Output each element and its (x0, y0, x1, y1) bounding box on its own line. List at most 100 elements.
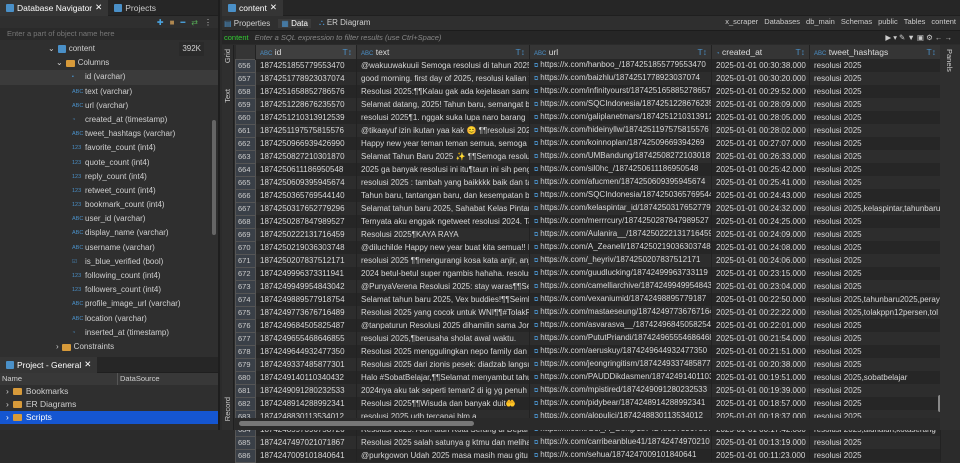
tab-er-diagram[interactable]: ⛬ ER Diagram (319, 18, 370, 28)
table-row[interactable]: 673 1874249949954843042 @PunyaVerena Resol… (235, 279, 941, 294)
column-header-id[interactable]: ABC id T↕ (255, 45, 357, 59)
filter-input[interactable]: Enter a SQL expression to filter results… (255, 33, 880, 42)
tree-node-column[interactable]: ABC url (varchar) (0, 99, 218, 113)
folder-icon[interactable]: ■ (170, 18, 175, 27)
tree-node-column[interactable]: ABC text (varchar) (0, 85, 218, 99)
table-row[interactable]: 660 1874251210313912539 resolusi 2025¶1. n… (235, 110, 941, 125)
text-view-tab[interactable]: Text (223, 89, 232, 103)
tree-node-column[interactable]: ABC tweet_hashtags (varchar) (0, 127, 218, 141)
breadcrumb-item[interactable]: Databases (764, 17, 800, 26)
table-row[interactable]: 669 1874250222131716459 Resolusi 2025¶KAYA… (235, 227, 941, 242)
table-row[interactable]: 666 1874250365769544140 Tahun baru, tantan… (235, 188, 941, 203)
sort-icon[interactable]: T↕ (796, 47, 805, 57)
tree-node-column[interactable]: 123 retweet_count (int4) (0, 184, 218, 198)
link-icon[interactable]: ⧉ (534, 141, 538, 147)
panels-tab[interactable]: Panels (945, 49, 954, 72)
breadcrumb-item[interactable]: public (878, 17, 898, 26)
filter-actions[interactable]: ▶ ▾ ✎ ▼ ▣ ⚙ ← → (885, 33, 952, 42)
sort-icon[interactable]: T↕ (343, 47, 352, 57)
horizontal-scrollbar[interactable] (235, 418, 940, 430)
tree-node-column[interactable]: ◔ created_at (timestamp) (0, 113, 218, 127)
column-header-text[interactable]: ABC text T↕ (356, 45, 530, 59)
tab-data[interactable]: ▦ Data (278, 18, 311, 28)
link-icon[interactable]: ⧉ (534, 401, 538, 407)
record-view-tab[interactable]: Record (223, 397, 232, 421)
tree-node-column[interactable]: 123 reply_count (int4) (0, 170, 218, 184)
table-row[interactable]: 671 1874250207837512171 resolusi 2025 ¶¶me… (235, 253, 941, 268)
table-row[interactable]: 682 1874248914288992341 Resolusi 2025¶¶Wis… (235, 396, 941, 411)
link-icon[interactable]: ⧉ (534, 310, 538, 316)
table-row[interactable]: 678 1874249644932477350 Resolusi 2025 meng… (235, 344, 941, 359)
table-row[interactable]: 661 1874251197575815576 @tikaayuf izin iku… (235, 123, 941, 138)
breadcrumb-item[interactable]: content (931, 17, 956, 26)
column-header-url[interactable]: ABC url T↕ (529, 45, 712, 59)
link-icon[interactable]: ⇄ (191, 18, 198, 27)
breadcrumb-item[interactable]: x_scraper (725, 17, 758, 26)
new-connection-icon[interactable]: ✚ (157, 18, 164, 27)
link-icon[interactable]: ⧉ (534, 154, 538, 160)
table-row[interactable]: 659 1874251228676235570 Selamat datang, 20… (235, 97, 941, 112)
tree-node-column[interactable]: ABC username (varchar) (0, 241, 218, 255)
link-icon[interactable]: ⧉ (534, 258, 538, 264)
close-icon[interactable]: ✕ (95, 2, 102, 13)
table-row[interactable]: 667 1874250317652779296 Selamat tahun baru… (235, 201, 941, 216)
table-row[interactable]: 657 1874251778923037074 good morning. firs… (235, 71, 941, 86)
tree-node-column[interactable]: 123 quote_count (int4) (0, 156, 218, 170)
link-icon[interactable]: ⧉ (534, 388, 538, 394)
table-row[interactable]: 686 1874247009101840641 @purkgowon Udah 20… (235, 448, 941, 463)
column-header-tweet-hashtags[interactable]: ABC tweet_hashtags T↕ (809, 45, 941, 59)
link-icon[interactable]: ⧉ (534, 115, 538, 121)
link-icon[interactable]: ⧉ (534, 128, 538, 134)
link-icon[interactable]: ⧉ (534, 362, 538, 368)
tree-node-column[interactable]: 123 bookmark_count (int4) (0, 198, 218, 212)
link-icon[interactable]: ⧉ (534, 232, 538, 238)
project-item-scripts[interactable]: › Scripts (0, 411, 218, 424)
tree-node-content[interactable]: ⌄ content 392K (0, 42, 218, 57)
link-icon[interactable]: ⧉ (534, 323, 538, 329)
navigator-filter-input[interactable]: Enter a part of object name here (0, 28, 218, 40)
link-icon[interactable]: ⧉ (534, 349, 538, 355)
tree-node-column[interactable]: ABC display_name (varchar) (0, 226, 218, 240)
link-icon[interactable]: ⧉ (534, 440, 538, 446)
table-row[interactable]: 658 1874251658852786576 Resolusi 2025:¶¶Ka… (235, 84, 941, 99)
table-row[interactable]: 674 1874249889577918754 Selamat tahun baru… (235, 292, 941, 307)
tree-node-column[interactable]: ABC profile_image_url (varchar) (0, 297, 218, 311)
table-row[interactable]: 663 1874250827210301870 Selamat Tahun Baru… (235, 149, 941, 164)
table-row[interactable]: 664 1874250611186950548 2025 ga banyak res… (235, 162, 941, 177)
link-icon[interactable]: ⧉ (534, 453, 538, 459)
tree-node-column[interactable]: 123 followers_count (int4) (0, 283, 218, 297)
link-icon[interactable]: ⧉ (534, 271, 538, 277)
project-item-er-diagrams[interactable]: › ER Diagrams (0, 398, 218, 411)
table-row[interactable]: 672 1874249996373311941 2024 betul-betul s… (235, 266, 941, 281)
table-row[interactable]: 685 1874247497021071867 Resolusi 2025 sala… (235, 435, 941, 450)
link-icon[interactable]: ⧉ (534, 76, 538, 82)
link-icon[interactable]: ⧉ (534, 219, 538, 225)
close-icon[interactable]: ✕ (84, 359, 91, 370)
link-icon[interactable]: ⧉ (534, 206, 538, 212)
link-icon[interactable]: ⧉ (534, 245, 538, 251)
link-icon[interactable]: ⧉ (534, 180, 538, 186)
tab-project-general[interactable]: Project - General ✕ (0, 356, 98, 373)
table-row[interactable]: 679 1874249337485877301 Resolusi 2025 dari… (235, 357, 941, 372)
menu-icon[interactable]: ⋮ (204, 18, 212, 27)
sort-icon[interactable]: T↕ (516, 47, 525, 57)
sort-icon[interactable]: T↕ (927, 47, 936, 57)
table-row[interactable]: 668 1874250287847989527 Ternyata aku engga… (235, 214, 941, 229)
sort-icon[interactable]: T↕ (698, 47, 707, 57)
breadcrumb-item[interactable]: Tables (904, 17, 926, 26)
table-row[interactable]: 662 1874250966939426990 Happy new year tem… (235, 136, 941, 151)
tab-projects[interactable]: Projects (108, 0, 162, 16)
table-row[interactable]: 675 1874249773676716489 Resolusi 2025 yang… (235, 305, 941, 320)
link-icon[interactable]: ⧉ (534, 89, 538, 95)
tree-node-column[interactable]: ☑ is_blue_verified (bool) (0, 255, 218, 269)
table-row[interactable]: 676 1874249684505825487 @tanpaturun Resolu… (235, 318, 941, 333)
table-row[interactable]: 665 1874250609395945674 resolusi 2025 : ta… (235, 175, 941, 190)
link-icon[interactable]: ⧉ (534, 284, 538, 290)
collapse-icon[interactable]: ━ (180, 18, 185, 27)
link-icon[interactable]: ⧉ (534, 193, 538, 199)
column-header-created-at[interactable]: ◔ created_at T↕ (711, 45, 810, 59)
table-row[interactable]: 681 1874249091280232533 2024nya aku tak se… (235, 383, 941, 398)
table-row[interactable]: 680 1874249140110340432 Halo #SobatBelajar… (235, 370, 941, 385)
tab-database-navigator[interactable]: Database Navigator ✕ (0, 0, 109, 16)
tree-node-column[interactable]: ◔ inserted_at (timestamp) (0, 326, 218, 340)
